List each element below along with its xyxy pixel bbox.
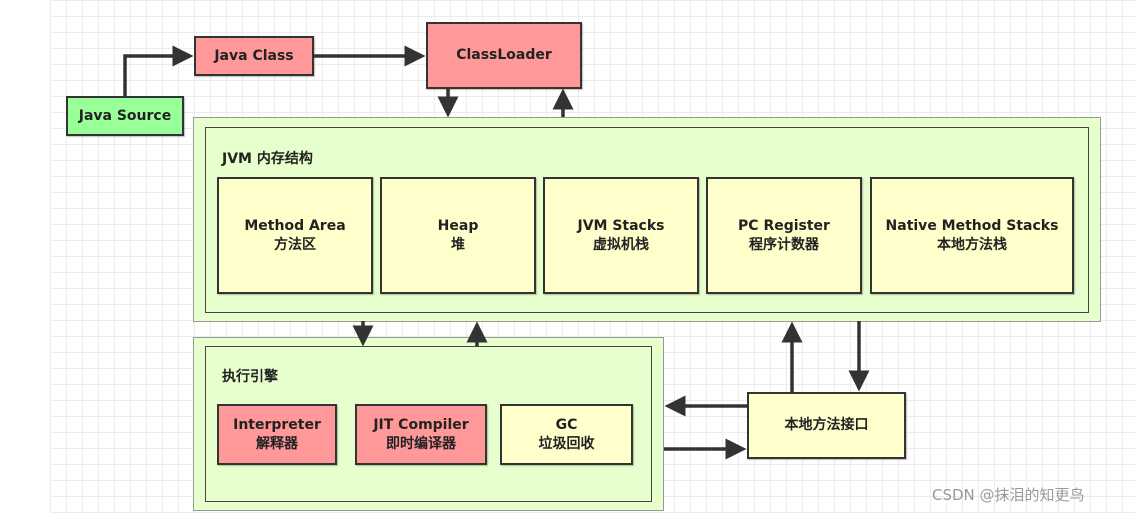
watermark: CSDN @抹泪的知更鸟	[932, 486, 1085, 504]
arrow-source-to-class	[123, 45, 194, 96]
arrows-layer	[123, 45, 870, 460]
